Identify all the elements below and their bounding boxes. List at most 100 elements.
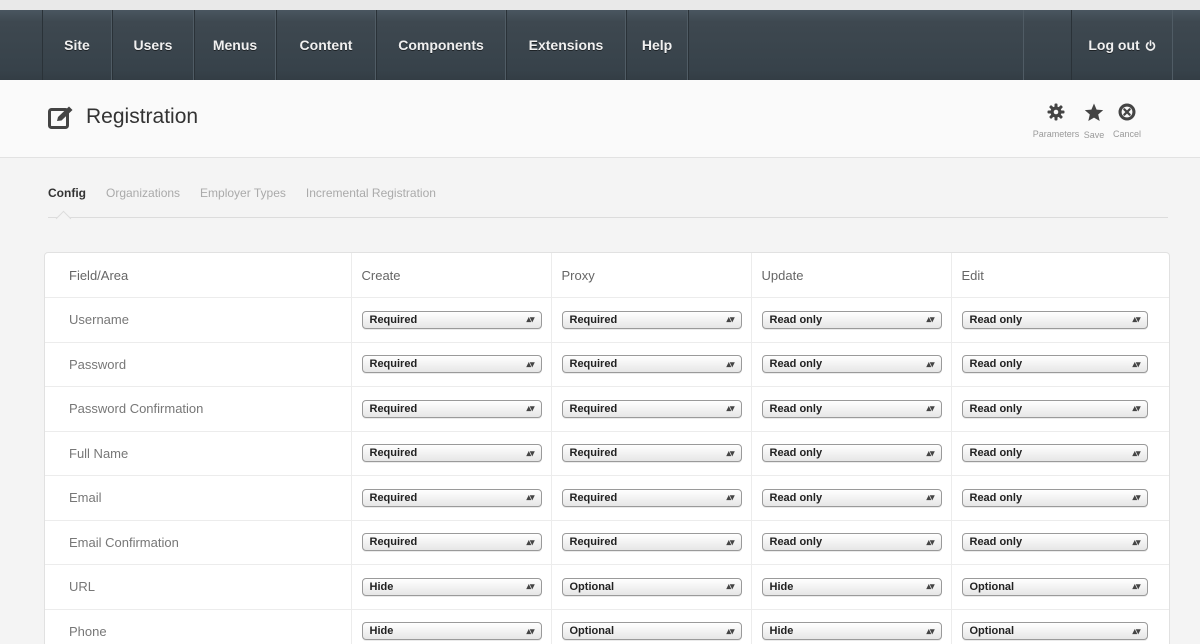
proxy-select[interactable]: Required ▴▾ [561,399,742,418]
update-cell: Read only ▴▾ [750,431,951,476]
nav-content[interactable]: Content [276,10,376,80]
update-select[interactable]: Read only ▴▾ [761,444,942,463]
table-header-row: Field/Area Create Proxy Update Edit [45,253,1169,298]
create-select[interactable]: Required ▴▾ [361,310,542,329]
proxy-select[interactable]: Required ▴▾ [561,355,742,374]
create-cell: Hide ▴▾ [350,609,551,644]
select-arrows-icon: ▴▾ [926,314,934,325]
edit-cell: Optional ▴▾ [950,564,1169,610]
proxy-select[interactable]: Required ▴▾ [561,444,742,463]
update-select[interactable]: Read only ▴▾ [761,310,942,329]
create-select-value: Required [369,536,418,549]
cancel-button[interactable]: Cancel [1112,103,1142,140]
parameters-button[interactable]: Parameters [1033,103,1079,140]
edit-select-value: Read only [969,447,1023,460]
select-arrows-icon: ▴▾ [1132,581,1140,592]
table-row: URL Hide ▴▾ Optional ▴▾ Hide ▴▾ Optional ▴▾ [45,564,1169,610]
create-select[interactable]: Required ▴▾ [361,488,542,507]
field-name: Email Confirmation [45,520,351,565]
create-select[interactable]: Hide ▴▾ [361,622,542,641]
create-select[interactable]: Required ▴▾ [361,533,542,552]
update-select[interactable]: Read only ▴▾ [761,355,942,374]
edit-icon [48,105,74,129]
field-name: Full Name [45,431,351,476]
select-arrows-icon: ▴▾ [926,625,934,636]
table-row: Password Required ▴▾ Required ▴▾ Read only… [45,342,1169,387]
update-select-value: Read only [769,536,823,549]
nav-site[interactable]: Site [42,10,112,80]
edit-select-value: Optional [969,580,1015,593]
edit-select[interactable]: Read only ▴▾ [961,355,1148,374]
select-arrows-icon: ▴▾ [726,358,734,369]
parameters-label: Parameters [1032,129,1080,139]
nav-components[interactable]: Components [376,10,506,80]
field-name-text: Email Confirmation [69,534,179,550]
proxy-cell: Required ▴▾ [550,431,751,476]
update-select[interactable]: Hide ▴▾ [761,622,942,641]
edit-select[interactable]: Read only ▴▾ [961,310,1148,329]
edit-select-value: Read only [969,358,1023,371]
update-select[interactable]: Read only ▴▾ [761,533,942,552]
field-name: Username [45,297,351,343]
select-arrows-icon: ▴▾ [1132,536,1140,547]
nav-help[interactable]: Help [626,10,688,80]
column-header-create: Create [350,253,551,298]
tab-organizations[interactable]: Organizations [106,186,180,206]
update-select[interactable]: Read only ▴▾ [761,399,942,418]
edit-cell: Read only ▴▾ [950,297,1169,343]
select-arrows-icon: ▴▾ [1132,492,1140,503]
select-arrows-icon: ▴▾ [926,403,934,414]
create-select-value: Required [369,447,418,460]
edit-select[interactable]: Read only ▴▾ [961,533,1148,552]
create-select-value: Hide [369,580,394,593]
proxy-cell: Required ▴▾ [550,342,751,387]
proxy-cell: Required ▴▾ [550,386,751,432]
create-cell: Required ▴▾ [350,342,551,387]
create-select-value: Required [369,491,418,504]
proxy-select-value: Required [569,491,618,504]
tab-config[interactable]: Config [48,186,86,206]
page-title: Registration [48,102,198,132]
nav-menus[interactable]: Menus [194,10,276,80]
update-cell: Hide ▴▾ [750,564,951,610]
select-arrows-icon: ▴▾ [526,492,534,503]
proxy-select[interactable]: Optional ▴▾ [561,622,742,641]
edit-select[interactable]: Optional ▴▾ [961,577,1148,596]
proxy-select[interactable]: Required ▴▾ [561,310,742,329]
edit-select[interactable]: Read only ▴▾ [961,488,1148,507]
update-select[interactable]: Read only ▴▾ [761,488,942,507]
edit-cell: Read only ▴▾ [950,475,1169,521]
create-select[interactable]: Required ▴▾ [361,355,542,374]
create-select[interactable]: Required ▴▾ [361,444,542,463]
select-arrows-icon: ▴▾ [1132,447,1140,458]
create-cell: Required ▴▾ [350,386,551,432]
logout-button[interactable]: Log out [1071,10,1173,80]
tab-incremental-registration[interactable]: Incremental Registration [306,186,436,206]
nav-users[interactable]: Users [112,10,194,80]
update-cell: Read only ▴▾ [750,386,951,432]
select-arrows-icon: ▴▾ [526,536,534,547]
select-arrows-icon: ▴▾ [926,447,934,458]
edit-select[interactable]: Read only ▴▾ [961,399,1148,418]
edit-select[interactable]: Read only ▴▾ [961,444,1148,463]
proxy-select[interactable]: Required ▴▾ [561,533,742,552]
config-tabs: Config Organizations Employer Types Incr… [48,186,1168,218]
edit-select-value: Optional [969,625,1015,638]
select-arrows-icon: ▴▾ [526,625,534,636]
edit-cell: Read only ▴▾ [950,520,1169,565]
column-header-edit: Edit [950,253,1169,298]
save-button[interactable]: Save [1079,103,1109,140]
proxy-select[interactable]: Optional ▴▾ [561,577,742,596]
create-select[interactable]: Required ▴▾ [361,399,542,418]
update-select-value: Read only [769,491,823,504]
edit-select[interactable]: Optional ▴▾ [961,622,1148,641]
create-select[interactable]: Hide ▴▾ [361,577,542,596]
nav-extensions[interactable]: Extensions [506,10,626,80]
field-name-text: Password [69,356,127,372]
gear-icon [1047,103,1065,121]
field-name: Password Confirmation [45,386,351,432]
update-select[interactable]: Hide ▴▾ [761,577,942,596]
proxy-select[interactable]: Required ▴▾ [561,488,742,507]
field-name-text: Password Confirmation [69,401,204,417]
tab-employer-types[interactable]: Employer Types [200,186,286,206]
